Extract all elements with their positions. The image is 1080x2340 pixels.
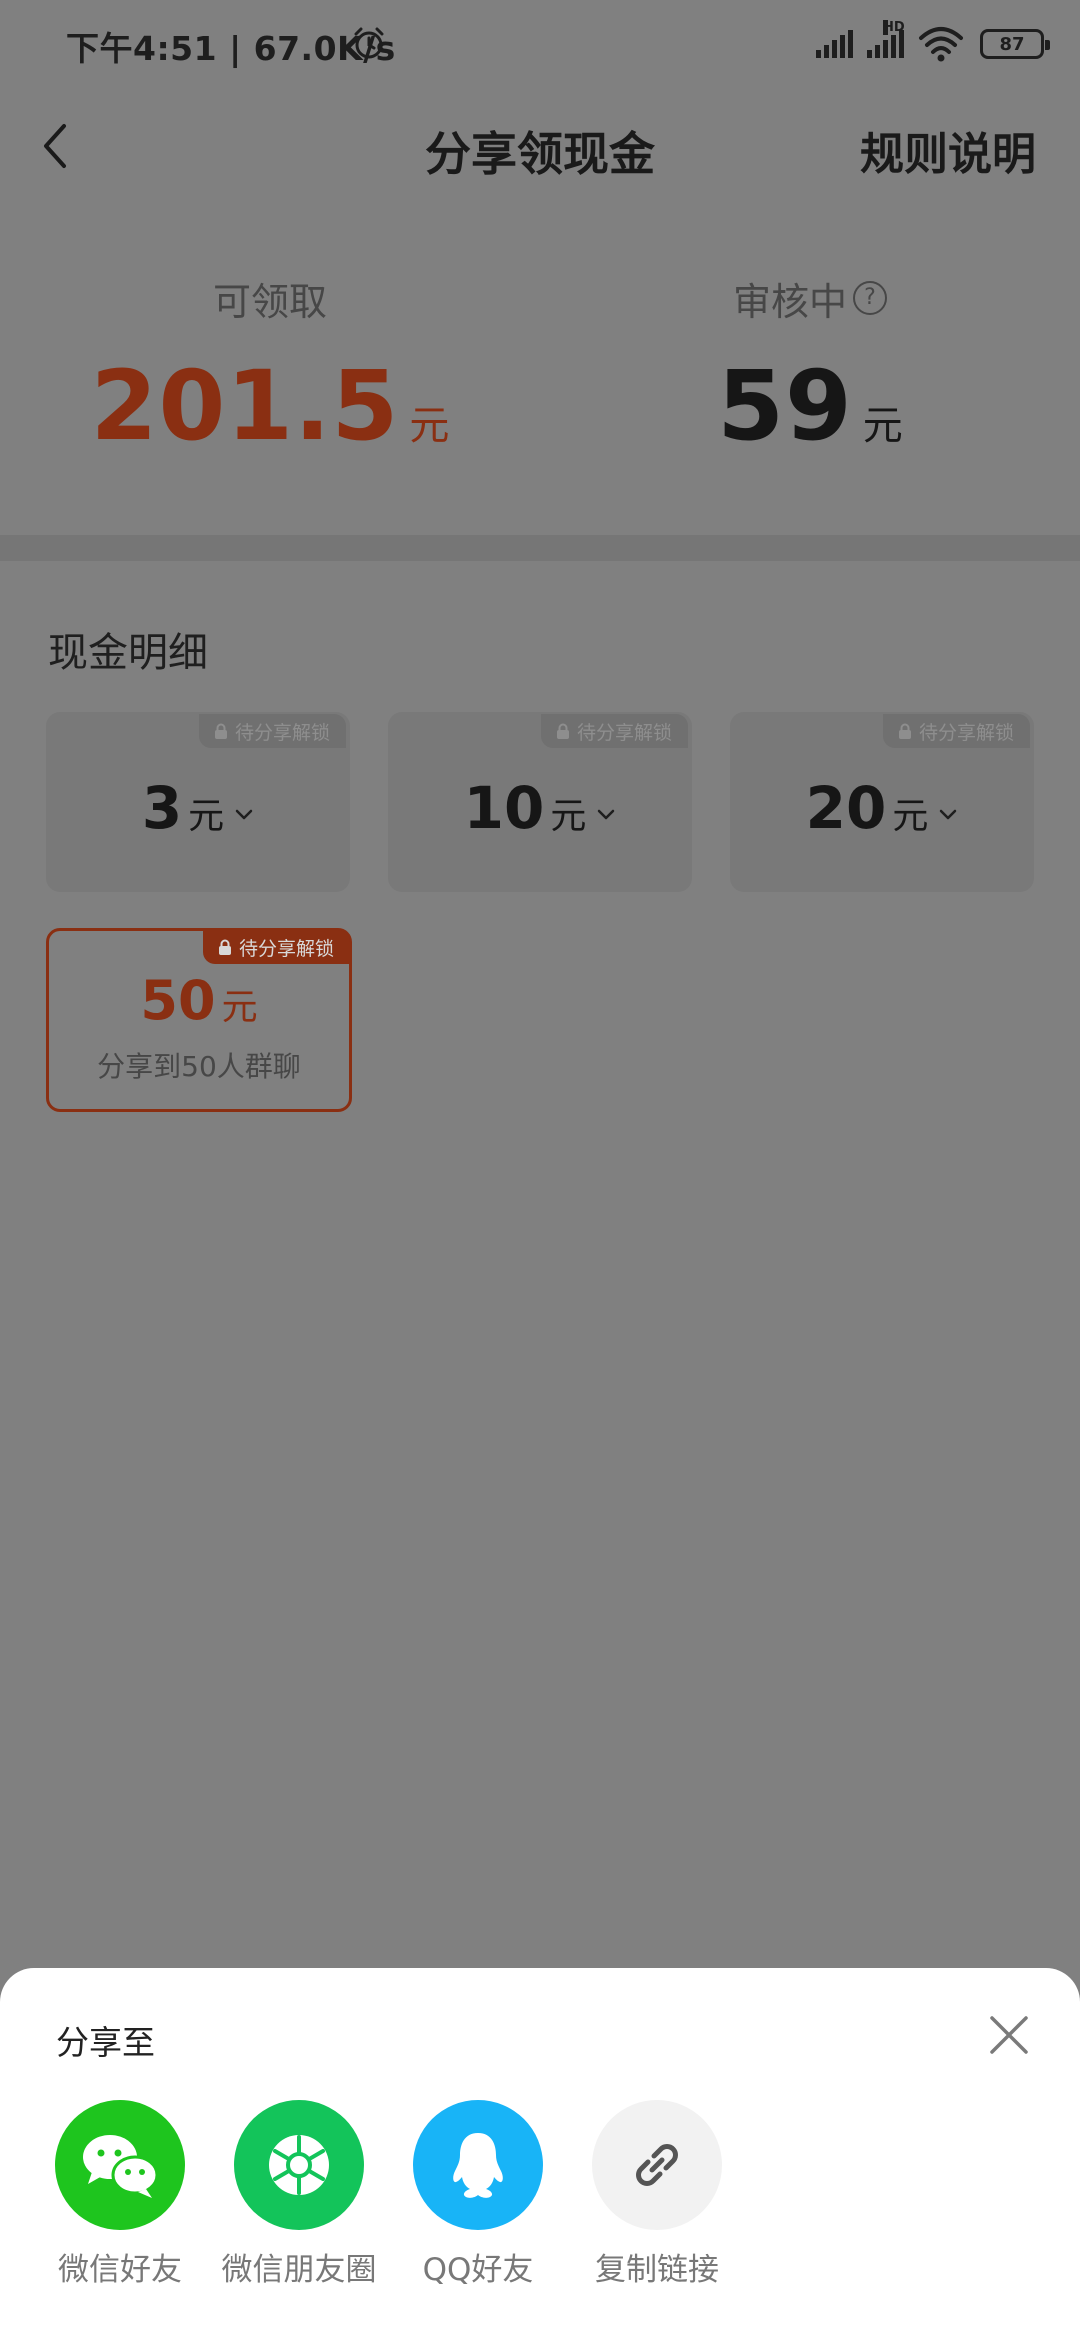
cash-summary: 可领取 201.5 元 审核中 ? 59 元 xyxy=(0,268,1080,498)
share-sheet-title: 分享至 xyxy=(56,2023,155,2062)
lock-tag-label: 待分享解锁 xyxy=(918,721,1014,744)
lock-icon xyxy=(898,723,911,739)
lock-tag-label: 待分享解锁 xyxy=(238,937,334,960)
card-unit: 元 xyxy=(892,796,929,837)
chevron-down-icon xyxy=(940,809,957,820)
card-description: 分享到50人群聊 xyxy=(97,1050,301,1083)
reviewing-block: 审核中 ? 59 元 xyxy=(540,268,1080,463)
moments-icon xyxy=(269,2135,329,2195)
battery-icon: 87 xyxy=(980,29,1050,59)
status-bar: 下午4:51 | 67.0K/s HD 87 xyxy=(0,0,1080,90)
reviewing-value: 59 xyxy=(717,350,853,462)
lock-tag: 待分享解锁 xyxy=(540,714,688,748)
card-amount: 3 元 xyxy=(46,774,350,842)
cash-card-20[interactable]: 待分享解锁 20 元 xyxy=(730,712,1034,892)
card-amount: 10 元 xyxy=(388,774,692,842)
share-label: 微信朋友圈 xyxy=(221,2252,377,2288)
lock-tag: 待分享解锁 xyxy=(198,714,346,748)
share-label: QQ好友 xyxy=(422,2252,534,2288)
share-wechat-moments[interactable]: 微信朋友圈 xyxy=(209,2100,389,2289)
share-label: 微信好友 xyxy=(58,2252,182,2288)
reviewing-label: 审核中 xyxy=(732,279,847,324)
cash-card-3[interactable]: 待分享解锁 3 元 xyxy=(46,712,350,892)
rules-link[interactable]: 规则说明 xyxy=(860,118,1036,182)
help-icon[interactable]: ? xyxy=(853,281,887,315)
battery-level: 87 xyxy=(999,33,1025,55)
card-value: 3 xyxy=(141,774,183,842)
available-value: 201.5 xyxy=(90,350,400,462)
lock-icon xyxy=(214,723,227,739)
cash-detail-title: 现金明细 xyxy=(48,630,208,676)
share-sheet: 分享至 微信好友 微信朋友圈 QQ好友 复制链接 xyxy=(0,1968,1080,2340)
status-time-speed: 下午4:51 | 67.0K/s xyxy=(66,29,396,68)
lock-icon xyxy=(556,723,569,739)
signal-icon xyxy=(816,30,853,58)
card-value: 50 xyxy=(140,969,216,1032)
available-unit: 元 xyxy=(409,403,450,449)
card-unit: 元 xyxy=(188,796,225,837)
share-label: 复制链接 xyxy=(595,2252,719,2288)
share-circle xyxy=(234,2100,364,2230)
reviewing-label-row: 审核中 ? xyxy=(540,268,1080,328)
available-amount: 201.5 元 xyxy=(0,350,540,462)
close-icon[interactable] xyxy=(986,2012,1032,2058)
section-divider xyxy=(0,535,1080,561)
chevron-down-icon xyxy=(598,809,615,820)
share-circle xyxy=(55,2100,185,2230)
share-circle xyxy=(413,2100,543,2230)
nav-bar: 分享领现金 规则说明 xyxy=(0,100,1080,190)
share-qq-friend[interactable]: QQ好友 xyxy=(388,2100,568,2289)
lock-tag-label: 待分享解锁 xyxy=(576,721,672,744)
cash-card-10[interactable]: 待分享解锁 10 元 xyxy=(388,712,692,892)
lock-icon xyxy=(218,939,231,955)
qq-icon xyxy=(453,2133,503,2198)
link-icon xyxy=(636,2144,678,2186)
available-label: 可领取 xyxy=(212,279,327,324)
card-value: 20 xyxy=(805,774,887,842)
signal-hd-icon: HD xyxy=(867,20,905,58)
share-circle xyxy=(592,2100,722,2230)
share-copy-link[interactable]: 复制链接 xyxy=(567,2100,747,2289)
card-value: 10 xyxy=(463,774,545,842)
available-block: 可领取 201.5 元 xyxy=(0,268,540,463)
hd-label: HD xyxy=(883,20,905,35)
reviewing-unit: 元 xyxy=(862,403,903,449)
chevron-down-icon xyxy=(235,809,253,820)
lock-tag: 待分享解锁 xyxy=(202,930,350,964)
share-wechat-friend[interactable]: 微信好友 xyxy=(30,2100,210,2289)
wifi-icon xyxy=(919,27,963,62)
cash-card-50-selected[interactable]: 待分享解锁 50 元 分享到50人群聊 xyxy=(46,928,352,1112)
alarm-icon xyxy=(354,27,384,59)
card-amount: 50 元 xyxy=(49,969,349,1032)
status-icons: HD 87 xyxy=(816,20,1050,64)
card-unit: 元 xyxy=(221,987,258,1028)
card-unit: 元 xyxy=(550,796,587,837)
reviewing-amount: 59 元 xyxy=(540,350,1080,462)
lock-tag-label: 待分享解锁 xyxy=(234,721,330,744)
wechat-icon xyxy=(83,2135,159,2198)
lock-tag: 待分享解锁 xyxy=(882,714,1030,748)
card-amount: 20 元 xyxy=(730,774,1034,842)
